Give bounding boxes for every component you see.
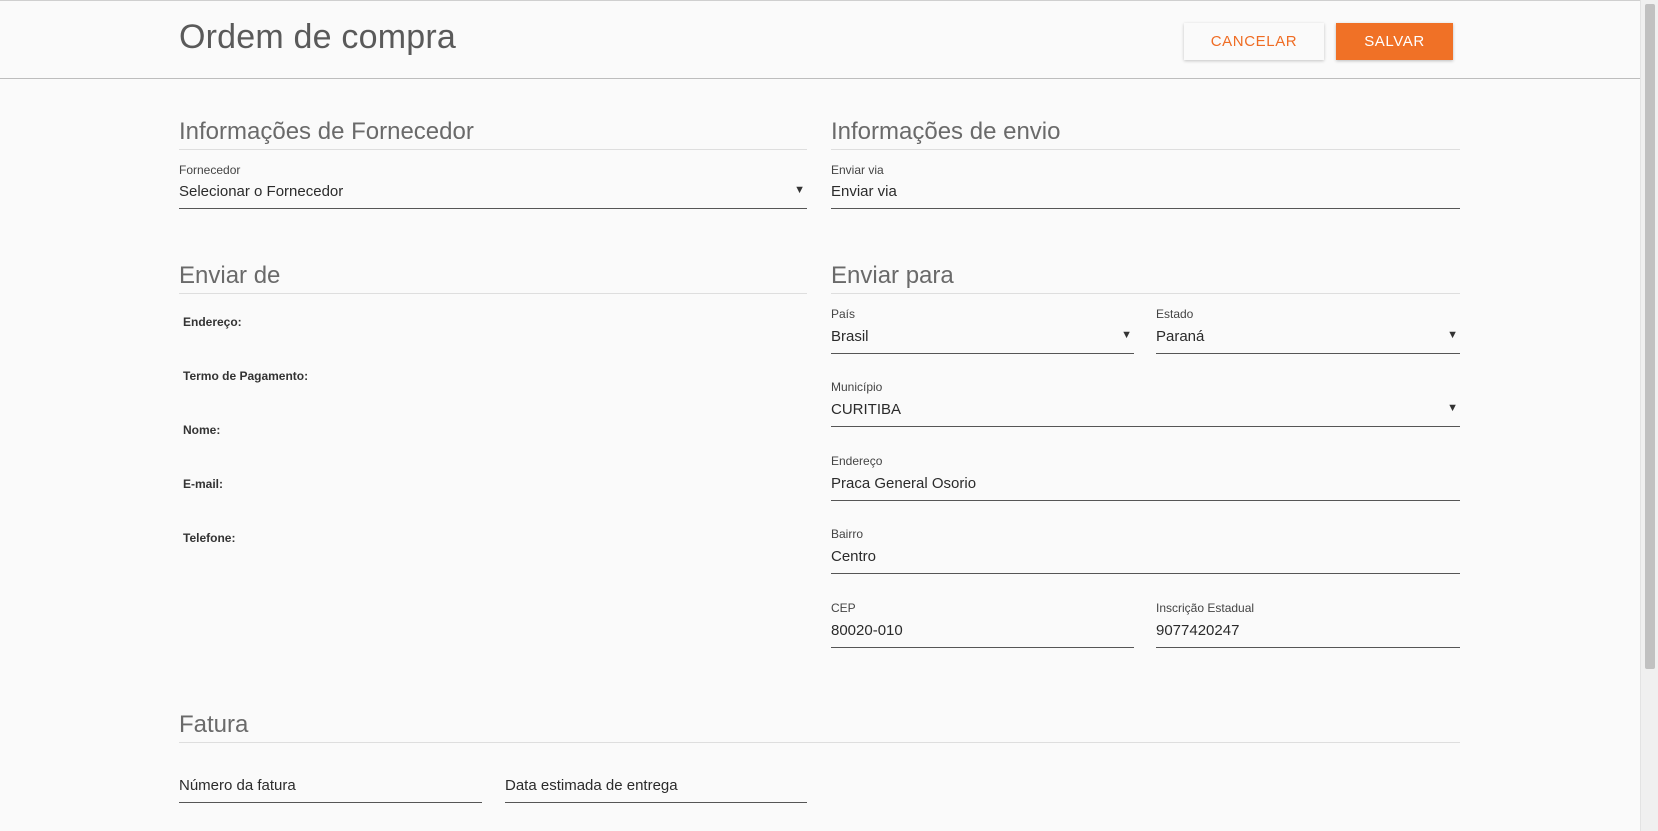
delivery-date-input[interactable]: Data estimada de entrega [505, 775, 807, 803]
ship-via-value: Enviar via [831, 183, 897, 200]
supplier-info-title: Informações de Fornecedor [179, 118, 807, 150]
ship-from-address-label: Endereço: [183, 315, 242, 329]
supplier-label: Fornecedor [179, 163, 241, 177]
vertical-scrollbar[interactable] [1640, 0, 1658, 831]
ship-from-phone-label: Telefone: [183, 531, 236, 545]
caret-down-icon: ▼ [794, 184, 805, 196]
supplier-value: Selecionar o Fornecedor [179, 183, 344, 200]
state-value: Paraná [1156, 328, 1205, 345]
ship-from-name-label: Nome: [183, 423, 221, 437]
ship-from-title: Enviar de [179, 262, 807, 294]
country-select[interactable]: Brasil ▼ [831, 326, 1134, 354]
zip-input[interactable]: 80020-010 [831, 620, 1134, 648]
caret-down-icon: ▼ [1447, 402, 1458, 414]
scrollbar-thumb[interactable] [1645, 4, 1655, 669]
page-header: Ordem de compra CANCELAR SALVAR [0, 3, 1640, 79]
zip-value: 80020-010 [831, 622, 903, 639]
cancel-button[interactable]: CANCELAR [1184, 23, 1324, 60]
state-registration-label: Inscrição Estadual [1156, 601, 1255, 615]
city-value: CURITIBA [831, 401, 902, 418]
state-registration-input[interactable]: 9077420247 [1156, 620, 1460, 648]
district-value: Centro [831, 548, 877, 565]
page-title: Ordem de compra [179, 18, 456, 56]
district-input[interactable]: Centro [831, 546, 1460, 574]
shipping-info-title: Informações de envio [831, 118, 1460, 150]
supplier-select[interactable]: Selecionar o Fornecedor ▼ [179, 181, 807, 209]
caret-down-icon: ▼ [1121, 329, 1132, 341]
save-button[interactable]: SALVAR [1336, 23, 1453, 60]
invoice-number-placeholder: Número da fatura [179, 777, 296, 794]
ship-from-email-label: E-mail: [183, 477, 224, 491]
address-input[interactable]: Praca General Osorio [831, 473, 1460, 501]
country-label: País [831, 307, 856, 321]
district-label: Bairro [831, 527, 864, 541]
address-value: Praca General Osorio [831, 475, 977, 492]
ship-to-title: Enviar para [831, 262, 1460, 294]
invoice-title: Fatura [179, 711, 1460, 743]
city-select[interactable]: CURITIBA ▼ [831, 399, 1460, 427]
ship-via-input[interactable]: Enviar via [831, 181, 1460, 209]
delivery-date-placeholder: Data estimada de entrega [505, 777, 678, 794]
address-label: Endereço [831, 454, 883, 468]
country-value: Brasil [831, 328, 869, 345]
state-registration-value: 9077420247 [1156, 622, 1240, 639]
zip-label: CEP [831, 601, 856, 615]
invoice-number-input[interactable]: Número da fatura [179, 775, 482, 803]
caret-down-icon: ▼ [1447, 329, 1458, 341]
state-select[interactable]: Paraná ▼ [1156, 326, 1460, 354]
ship-from-payment-term-label: Termo de Pagamento: [183, 369, 309, 383]
state-label: Estado [1156, 307, 1194, 321]
ship-via-label: Enviar via [831, 163, 884, 177]
city-label: Município [831, 380, 883, 394]
